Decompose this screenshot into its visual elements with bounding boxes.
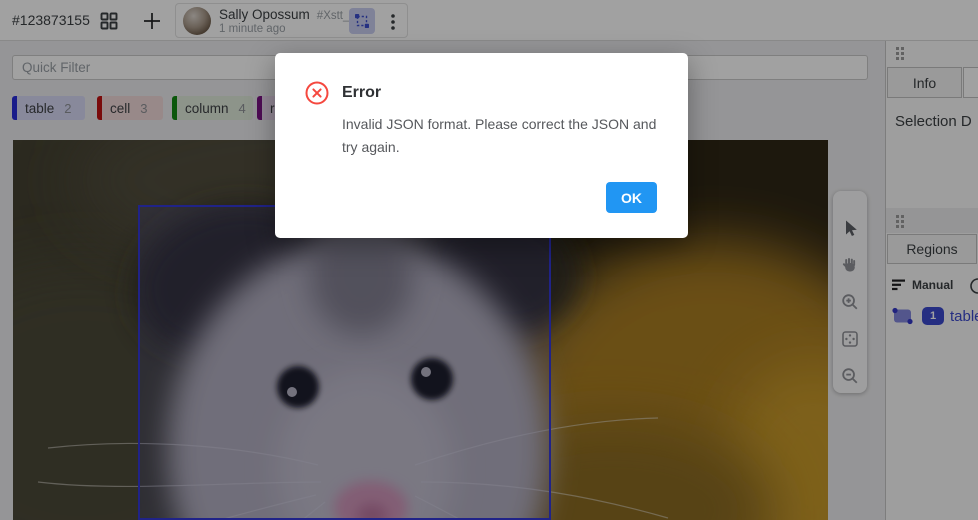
error-dialog: Error Invalid JSON format. Please correc…: [275, 53, 688, 238]
dialog-message: Invalid JSON format. Please correct the …: [342, 113, 664, 159]
ok-button[interactable]: OK: [606, 182, 657, 213]
error-circle-x-icon: [305, 81, 329, 110]
dialog-title: Error: [342, 84, 381, 102]
app-window: #123873155 Sally Opossum #Xstt_ 1 m: [0, 0, 978, 520]
